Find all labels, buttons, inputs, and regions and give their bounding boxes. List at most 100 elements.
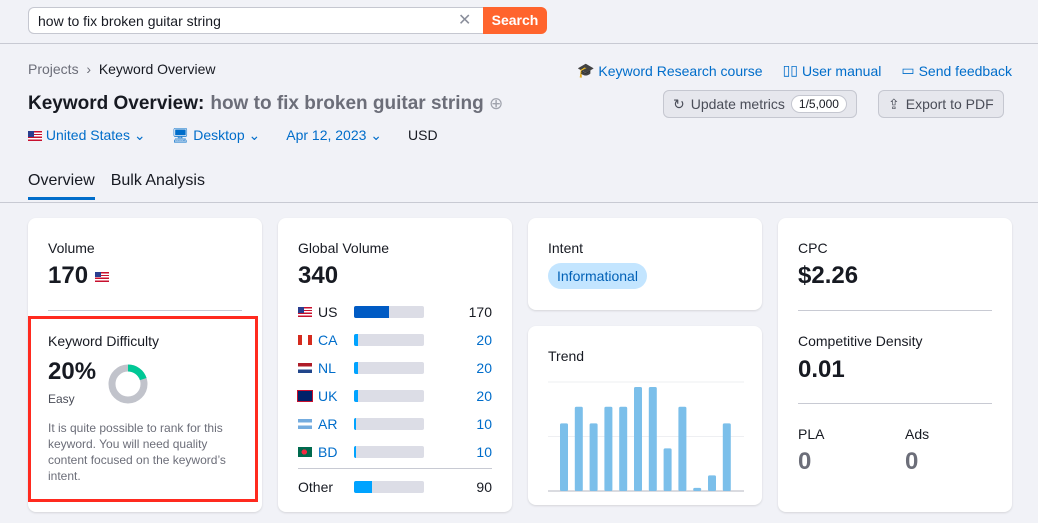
- tab-overview[interactable]: Overview: [28, 172, 95, 200]
- country-volume[interactable]: 20: [476, 360, 492, 376]
- volume-bar-fill: [354, 481, 373, 493]
- trend-bar[interactable]: [708, 475, 716, 491]
- country-row-uk: UK 20: [297, 386, 492, 406]
- trend-bar[interactable]: [722, 423, 731, 491]
- country-volume[interactable]: 20: [476, 332, 492, 348]
- update-metrics-button[interactable]: ↻ Update metrics 1/5,000: [663, 90, 857, 118]
- trend-chart: [548, 381, 744, 492]
- ads-value: 0: [905, 448, 919, 475]
- trend-bar[interactable]: [663, 448, 672, 491]
- trend-bar[interactable]: [560, 423, 568, 491]
- global-volume-card: Global Volume 340 US 170 CA 20 NL 20 UK 20 AR 10 B…: [278, 218, 512, 512]
- volume-bar-fill: [354, 306, 389, 318]
- other-volume: 90: [476, 479, 492, 495]
- bd-flag-icon: [298, 447, 312, 457]
- uk-flag-icon: [297, 390, 313, 402]
- intent-badge: Informational: [548, 263, 647, 289]
- cpc-card: CPC $2.26 Competitive Density 0.01 PLA 0…: [778, 218, 1012, 512]
- kd-value: 20%: [48, 358, 97, 385]
- update-count-badge: 1/5,000: [790, 95, 847, 113]
- volume-bar: [354, 481, 424, 493]
- trend-label: Trend: [548, 348, 585, 364]
- trend-bar[interactable]: [619, 406, 628, 491]
- country-label: United States: [45, 127, 130, 143]
- divider: [48, 310, 242, 311]
- volume-label: Volume: [48, 240, 95, 256]
- country-code[interactable]: BD: [318, 444, 354, 460]
- volume-kd-card: Volume 170 Keyword Difficulty 20% Easy I…: [28, 218, 262, 512]
- density-value: 0.01: [798, 356, 845, 383]
- pla-value: 0: [798, 448, 812, 475]
- global-volume-value: 340: [298, 262, 339, 289]
- volume-bar-fill: [354, 446, 357, 458]
- date-label: Apr 12, 2023: [286, 127, 367, 143]
- country-row-bd: BD 10: [298, 442, 492, 462]
- us-flag-icon: [298, 307, 312, 317]
- export-label: Export to PDF: [905, 96, 994, 112]
- country-row-nl: NL 20: [298, 358, 492, 378]
- kd-label: Keyword Difficulty: [48, 333, 160, 349]
- trend-bar[interactable]: [678, 406, 687, 491]
- us-flag-icon: [94, 271, 109, 282]
- title-keyword: how to fix broken guitar string: [210, 93, 484, 114]
- keyword-course-link[interactable]: 🎓 Keyword Research course: [577, 62, 763, 79]
- country-select[interactable]: United States ⌄: [28, 127, 146, 144]
- trend-bar[interactable]: [589, 423, 598, 491]
- country-code[interactable]: CA: [318, 332, 354, 348]
- other-row: Other 90: [298, 477, 492, 497]
- country-volume[interactable]: 10: [476, 416, 492, 432]
- global-volume-label: Global Volume: [298, 240, 390, 256]
- send-feedback-link[interactable]: ▭ Send feedback: [901, 62, 1012, 79]
- graduation-cap-icon: 🎓: [576, 62, 595, 78]
- country-row-ar: AR 10: [298, 414, 492, 434]
- device-select[interactable]: 🖥 Desktop ⌄: [172, 127, 261, 144]
- volume-value: 170: [48, 262, 109, 290]
- country-row-us: US 170: [298, 302, 492, 322]
- tab-bulk-analysis[interactable]: Bulk Analysis: [111, 172, 205, 200]
- chat-icon: ▭: [901, 62, 915, 78]
- currency-label: USD: [408, 127, 438, 143]
- trend-card: Trend: [528, 326, 762, 505]
- country-volume: 170: [468, 304, 492, 320]
- breadcrumb-projects[interactable]: Projects: [28, 61, 79, 77]
- search-input[interactable]: how to fix broken guitar string: [28, 7, 483, 34]
- country-volume[interactable]: 10: [476, 444, 492, 460]
- cpc-label: CPC: [798, 240, 828, 256]
- kd-donut: [108, 364, 148, 404]
- volume-bar-fill: [354, 362, 358, 374]
- refresh-icon: ↻: [673, 95, 685, 112]
- divider: [798, 403, 992, 404]
- volume-bar: [354, 390, 424, 402]
- volume-bar-fill: [354, 390, 358, 402]
- upload-icon: ⇪: [888, 95, 900, 112]
- page-title: Keyword Overview: how to fix broken guita…: [28, 93, 503, 115]
- export-pdf-button[interactable]: ⇪ Export to PDF: [878, 90, 1004, 118]
- clear-icon[interactable]: ✕: [458, 10, 471, 30]
- trend-bar[interactable]: [604, 406, 613, 491]
- country-code[interactable]: UK: [318, 388, 354, 404]
- country-row-ca: CA 20: [298, 330, 492, 350]
- trend-bar[interactable]: [648, 387, 657, 491]
- country-code: US: [318, 304, 338, 320]
- country-code[interactable]: AR: [318, 416, 354, 432]
- search-button[interactable]: Search: [483, 7, 547, 34]
- country-code[interactable]: NL: [318, 360, 354, 376]
- date-select[interactable]: Apr 12, 2023 ⌄: [286, 127, 382, 144]
- trend-bar[interactable]: [634, 387, 642, 491]
- user-manual-link[interactable]: ▯▯ User manual: [783, 62, 882, 79]
- trend-bar[interactable]: [574, 406, 583, 491]
- tab-divider: [0, 202, 1038, 203]
- volume-bar: [354, 334, 424, 346]
- volume-bar-fill: [354, 418, 357, 430]
- trend-bar[interactable]: [693, 487, 702, 491]
- volume-bar: [354, 446, 424, 458]
- breadcrumb: Projects › Keyword Overview: [28, 61, 216, 77]
- country-volume[interactable]: 20: [476, 388, 492, 404]
- add-plus-icon[interactable]: ⊕: [489, 94, 503, 113]
- kd-level: Easy: [48, 392, 75, 406]
- pla-label: PLA: [798, 426, 825, 442]
- divider: [0, 43, 1038, 44]
- link-label: User manual: [801, 62, 882, 79]
- intent-label: Intent: [548, 240, 584, 256]
- volume-bar-fill: [354, 334, 358, 346]
